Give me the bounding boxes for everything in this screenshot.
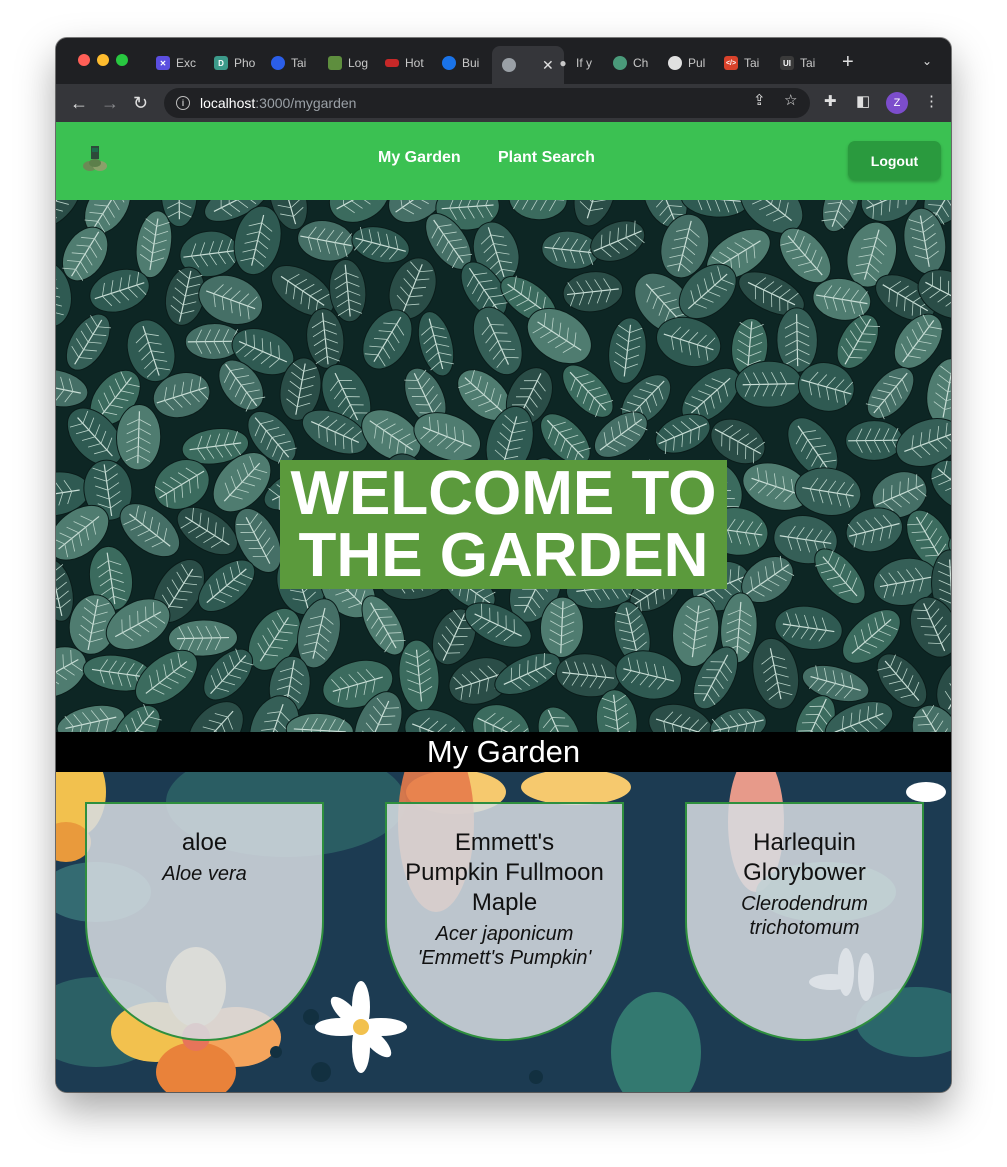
github-icon bbox=[668, 56, 682, 70]
globe-icon bbox=[502, 58, 516, 72]
nav-link-plant-search[interactable]: Plant Search bbox=[498, 149, 595, 167]
tab-10[interactable]: </> Tai bbox=[724, 50, 768, 76]
tab-favicon-icon: ✕ bbox=[156, 56, 170, 70]
tab-2[interactable]: Tai bbox=[271, 50, 315, 76]
hero-title-line-2: THE GARDEN bbox=[298, 521, 709, 590]
close-window-button[interactable] bbox=[78, 54, 90, 66]
tab-label: Exc bbox=[176, 56, 197, 70]
plant-cards-section: aloe Aloe vera Emmett's Pumpkin Fullmoon… bbox=[56, 772, 951, 1092]
back-arrow-icon[interactable]: ← bbox=[70, 92, 88, 114]
kebab-menu-icon[interactable]: ⋮ bbox=[924, 92, 939, 110]
tab-9[interactable]: Pul bbox=[668, 50, 712, 76]
tab-favicon-icon: D bbox=[214, 56, 228, 70]
tab-label: Pho bbox=[234, 56, 256, 70]
shopify-icon bbox=[328, 56, 342, 70]
plant-common-name: Harlequin Glorybower bbox=[743, 829, 866, 886]
url-path: :3000/mygarden bbox=[255, 95, 357, 111]
hero-title-line-1: WELCOME TO bbox=[290, 459, 717, 528]
plant-card[interactable]: Harlequin Glorybower Clerodendrum tricho… bbox=[685, 802, 924, 1041]
tab-label: Ch bbox=[633, 56, 649, 70]
tab-strip: ✕ Exc D Pho Tai Log Hot Bui ✕ ● If y Ch … bbox=[56, 38, 951, 84]
plant-card[interactable]: Emmett's Pumpkin Fullmoon Maple Acer jap… bbox=[385, 802, 624, 1041]
close-tab-icon[interactable]: ✕ bbox=[542, 57, 554, 74]
hero-title: WELCOME TO THE GARDEN bbox=[280, 460, 727, 589]
nav-link-my-garden[interactable]: My Garden bbox=[378, 149, 461, 167]
tab-label: Tai bbox=[744, 56, 760, 70]
plant-scientific-name: Aloe vera bbox=[162, 863, 247, 885]
side-panel-icon[interactable]: ◧ bbox=[856, 92, 870, 110]
tab-label: Tai bbox=[291, 56, 307, 70]
apple-icon: ● bbox=[559, 56, 567, 70]
tab-active[interactable]: ✕ bbox=[492, 46, 564, 84]
chatgpt-icon bbox=[613, 56, 627, 70]
tab-8[interactable]: Ch bbox=[613, 50, 657, 76]
browser-toolbar: ← → ↻ i localhost:3000/mygarden ⇪ ☆ ✚ ◧ … bbox=[56, 84, 951, 122]
tab-favicon-icon bbox=[442, 56, 456, 70]
tab-label: Log bbox=[348, 56, 369, 70]
tab-favicon-icon bbox=[385, 59, 399, 67]
share-icon[interactable]: ⇪ bbox=[753, 91, 766, 109]
tab-label: If y bbox=[576, 56, 593, 70]
reload-icon[interactable]: ↻ bbox=[133, 92, 148, 114]
page-content: My Garden Plant Search Logout WELCOME TO… bbox=[56, 122, 951, 1092]
site-info-icon[interactable]: i bbox=[176, 96, 190, 110]
plant-card[interactable]: aloe Aloe vera bbox=[85, 802, 324, 1041]
new-tab-button[interactable]: + bbox=[842, 50, 854, 74]
address-bar[interactable]: i localhost:3000/mygarden bbox=[164, 88, 810, 118]
tab-label: Tai bbox=[800, 56, 816, 70]
section-heading: My Garden bbox=[56, 732, 951, 772]
tab-favicon-icon bbox=[271, 56, 285, 70]
code-icon: </> bbox=[724, 56, 738, 70]
tab-1[interactable]: D Pho bbox=[214, 50, 258, 76]
ui-icon: UI bbox=[780, 56, 794, 70]
forward-arrow-icon[interactable]: → bbox=[101, 92, 119, 114]
logout-button[interactable]: Logout bbox=[848, 141, 941, 180]
tab-11[interactable]: UI Tai bbox=[780, 50, 824, 76]
tab-4[interactable]: Hot bbox=[385, 50, 429, 76]
tab-label: Pul bbox=[688, 56, 706, 70]
tab-5[interactable]: Bui bbox=[442, 50, 486, 76]
bookmark-star-icon[interactable]: ☆ bbox=[784, 91, 797, 109]
tab-3[interactable]: Log bbox=[328, 50, 372, 76]
tab-7[interactable]: ● If y bbox=[556, 50, 600, 76]
hero-banner: WELCOME TO THE GARDEN bbox=[56, 200, 951, 732]
url-text: localhost:3000/mygarden bbox=[200, 95, 356, 111]
plant-common-name: Emmett's Pumpkin Fullmoon Maple bbox=[405, 829, 604, 916]
tab-0[interactable]: ✕ Exc bbox=[156, 50, 200, 76]
plant-scientific-name: Acer japonicum 'Emmett's Pumpkin' bbox=[417, 923, 592, 969]
garden-logo-icon[interactable] bbox=[80, 144, 110, 174]
browser-window: ✕ Exc D Pho Tai Log Hot Bui ✕ ● If y Ch … bbox=[56, 38, 951, 1092]
site-navbar: My Garden Plant Search Logout bbox=[56, 122, 951, 200]
tab-label: Bui bbox=[462, 56, 480, 70]
url-host: localhost bbox=[200, 95, 256, 111]
plant-common-name: aloe bbox=[181, 829, 228, 856]
tab-search-chevron-icon[interactable]: ⌄ bbox=[922, 54, 932, 68]
profile-avatar[interactable]: Z bbox=[886, 92, 908, 114]
tab-label: Hot bbox=[405, 56, 424, 70]
plant-scientific-name: Clerodendrum trichotomum bbox=[741, 893, 868, 939]
maximize-window-button[interactable] bbox=[116, 54, 128, 66]
minimize-window-button[interactable] bbox=[97, 54, 109, 66]
extensions-puzzle-icon[interactable]: ✚ bbox=[824, 92, 837, 110]
